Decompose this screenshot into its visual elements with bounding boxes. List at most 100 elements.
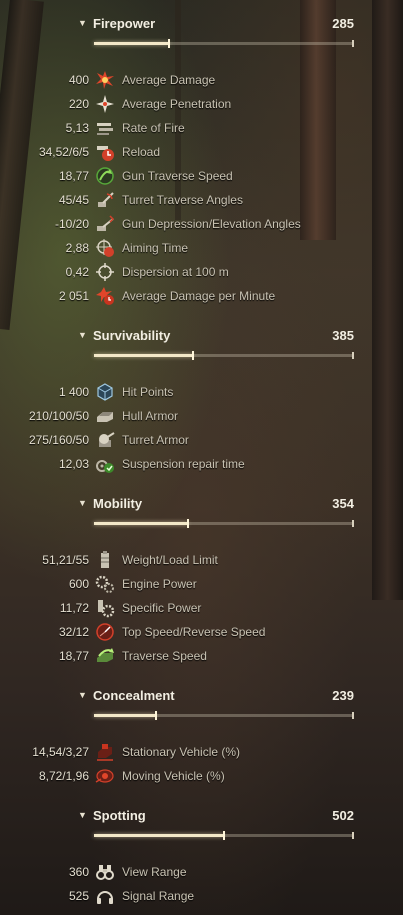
stat-value: 275/160/50 [28, 433, 89, 447]
stat-value: 525 [68, 889, 89, 903]
stat-row[interactable]: 525 Signal Range [0, 886, 403, 906]
stat-label: Dispersion at 100 m [122, 265, 229, 279]
stat-label: Gun Depression/Elevation Angles [122, 217, 301, 231]
section-header-mobility[interactable]: ▼ Mobility 354 [78, 496, 354, 514]
section-progress-marker [187, 519, 189, 528]
stat-value: 5,13 [65, 121, 89, 135]
gun-traverse-arrow-icon [95, 166, 115, 186]
section-progress-endcap [352, 520, 354, 527]
stat-value: 12,03 [58, 457, 89, 471]
stat-row[interactable]: 0,42 Dispersion at 100 m [0, 262, 403, 282]
stat-row[interactable]: 1 400 Hit Points [0, 382, 403, 402]
section-title: Mobility [93, 496, 143, 511]
chevron-down-icon[interactable]: ▼ [78, 498, 88, 508]
stat-row[interactable]: 400 Average Damage [0, 70, 403, 90]
stat-row[interactable]: 2 051 Average Damage per Minute [0, 286, 403, 306]
section-score: 502 [332, 808, 354, 823]
section-progress-track [94, 351, 354, 360]
stat-row[interactable]: 2,88 Aiming Time [0, 238, 403, 258]
hull-armor-icon [95, 406, 115, 426]
stat-value: 14,54/3,27 [32, 745, 89, 759]
stat-value: 18,77 [58, 649, 89, 663]
stat-row[interactable]: 18,77 Gun Traverse Speed [0, 166, 403, 186]
stat-value: 32/12 [58, 625, 89, 639]
section-header-spotting[interactable]: ▼ Spotting 502 [78, 808, 354, 826]
section-title: Concealment [93, 688, 175, 703]
section-progress-fill [94, 42, 169, 45]
stat-row[interactable]: 8,72/1,96 Moving Vehicle (%) [0, 766, 403, 786]
stat-value: 210/100/50 [28, 409, 89, 423]
stat-row[interactable]: 51,21/55 Weight/Load Limit [0, 550, 403, 570]
stat-row[interactable]: 34,52/6/5 Reload [0, 142, 403, 162]
chevron-down-icon[interactable]: ▼ [78, 690, 88, 700]
stat-row[interactable]: 360 View Range [0, 862, 403, 882]
aiming-clock-icon [95, 238, 115, 258]
gun-elevation-icon [95, 214, 115, 234]
chevron-down-icon[interactable]: ▼ [78, 810, 88, 820]
stat-value: 8,72/1,96 [38, 769, 89, 783]
stat-row[interactable]: 14,54/3,27 Stationary Vehicle (%) [0, 742, 403, 762]
section-header-firepower[interactable]: ▼ Firepower 285 [78, 16, 354, 34]
stat-row[interactable]: -10/20 Gun Depression/Elevation Angles [0, 214, 403, 234]
section-progress-track [94, 519, 354, 528]
stationary-camo-icon [95, 742, 115, 762]
section-score: 354 [332, 496, 354, 511]
chevron-down-icon[interactable]: ▼ [78, 18, 88, 28]
stat-value: 2,88 [65, 241, 89, 255]
section-progress-fill [94, 354, 193, 357]
stat-value: 18,77 [58, 169, 89, 183]
stat-row[interactable]: 210/100/50 Hull Armor [0, 406, 403, 426]
stat-row[interactable]: 32/12 Top Speed/Reverse Speed [0, 622, 403, 642]
stat-row[interactable]: 12,03 Suspension repair time [0, 454, 403, 474]
stat-value: 220 [68, 97, 89, 111]
section-header-concealment[interactable]: ▼ Concealment 239 [78, 688, 354, 706]
stat-label: Weight/Load Limit [122, 553, 218, 567]
section-progress-track [94, 831, 354, 840]
stat-label: View Range [122, 865, 187, 879]
stat-value: 2 051 [58, 289, 89, 303]
shells-icon [95, 118, 115, 138]
section-progress-endcap [352, 832, 354, 839]
stat-row[interactable]: 5,13 Rate of Fire [0, 118, 403, 138]
headphones-icon [95, 886, 115, 906]
section-score: 385 [332, 328, 354, 343]
section-progress-endcap [352, 352, 354, 359]
stat-label: Moving Vehicle (%) [122, 769, 225, 783]
specific-power-icon [95, 598, 115, 618]
stat-value: 34,52/6/5 [38, 145, 89, 159]
section-progress-marker [168, 39, 170, 48]
stat-label: Rate of Fire [122, 121, 185, 135]
vehicle-stats-panel: ▼ Firepower 285 400 Average Damage 220 Average… [0, 0, 403, 915]
chevron-down-icon[interactable]: ▼ [78, 330, 88, 340]
stat-label: Average Penetration [122, 97, 232, 111]
stat-label: Top Speed/Reverse Speed [122, 625, 266, 639]
stat-value: 45/45 [58, 193, 89, 207]
section-title: Survivability [93, 328, 171, 343]
stat-row[interactable]: 275/160/50 Turret Armor [0, 430, 403, 450]
section-progress-marker [223, 831, 225, 840]
stat-label: Average Damage per Minute [122, 289, 276, 303]
section-progress-track [94, 711, 354, 720]
stat-label: Turret Traverse Angles [122, 193, 243, 207]
hit-points-cube-icon [95, 382, 115, 402]
traverse-arrow-icon [95, 646, 115, 666]
section-progress-endcap [352, 712, 354, 719]
stat-row[interactable]: 11,72 Specific Power [0, 598, 403, 618]
stat-label: Hit Points [122, 385, 174, 399]
engine-gears-icon [95, 574, 115, 594]
section-progress-marker [155, 711, 157, 720]
stat-value: 11,72 [59, 601, 89, 615]
binoculars-icon [95, 862, 115, 882]
stat-row[interactable]: 600 Engine Power [0, 574, 403, 594]
section-progress-track [94, 39, 354, 48]
stat-label: Traverse Speed [122, 649, 207, 663]
section-header-survivability[interactable]: ▼ Survivability 385 [78, 328, 354, 346]
stat-row[interactable]: 18,77 Traverse Speed [0, 646, 403, 666]
turret-armor-icon [95, 430, 115, 450]
stat-label: Engine Power [122, 577, 197, 591]
stat-value: 0,42 [65, 265, 89, 279]
section-progress-fill [94, 834, 224, 837]
stat-row[interactable]: 220 Average Penetration [0, 94, 403, 114]
stat-row[interactable]: 45/45 Turret Traverse Angles [0, 190, 403, 210]
weight-icon [95, 550, 115, 570]
